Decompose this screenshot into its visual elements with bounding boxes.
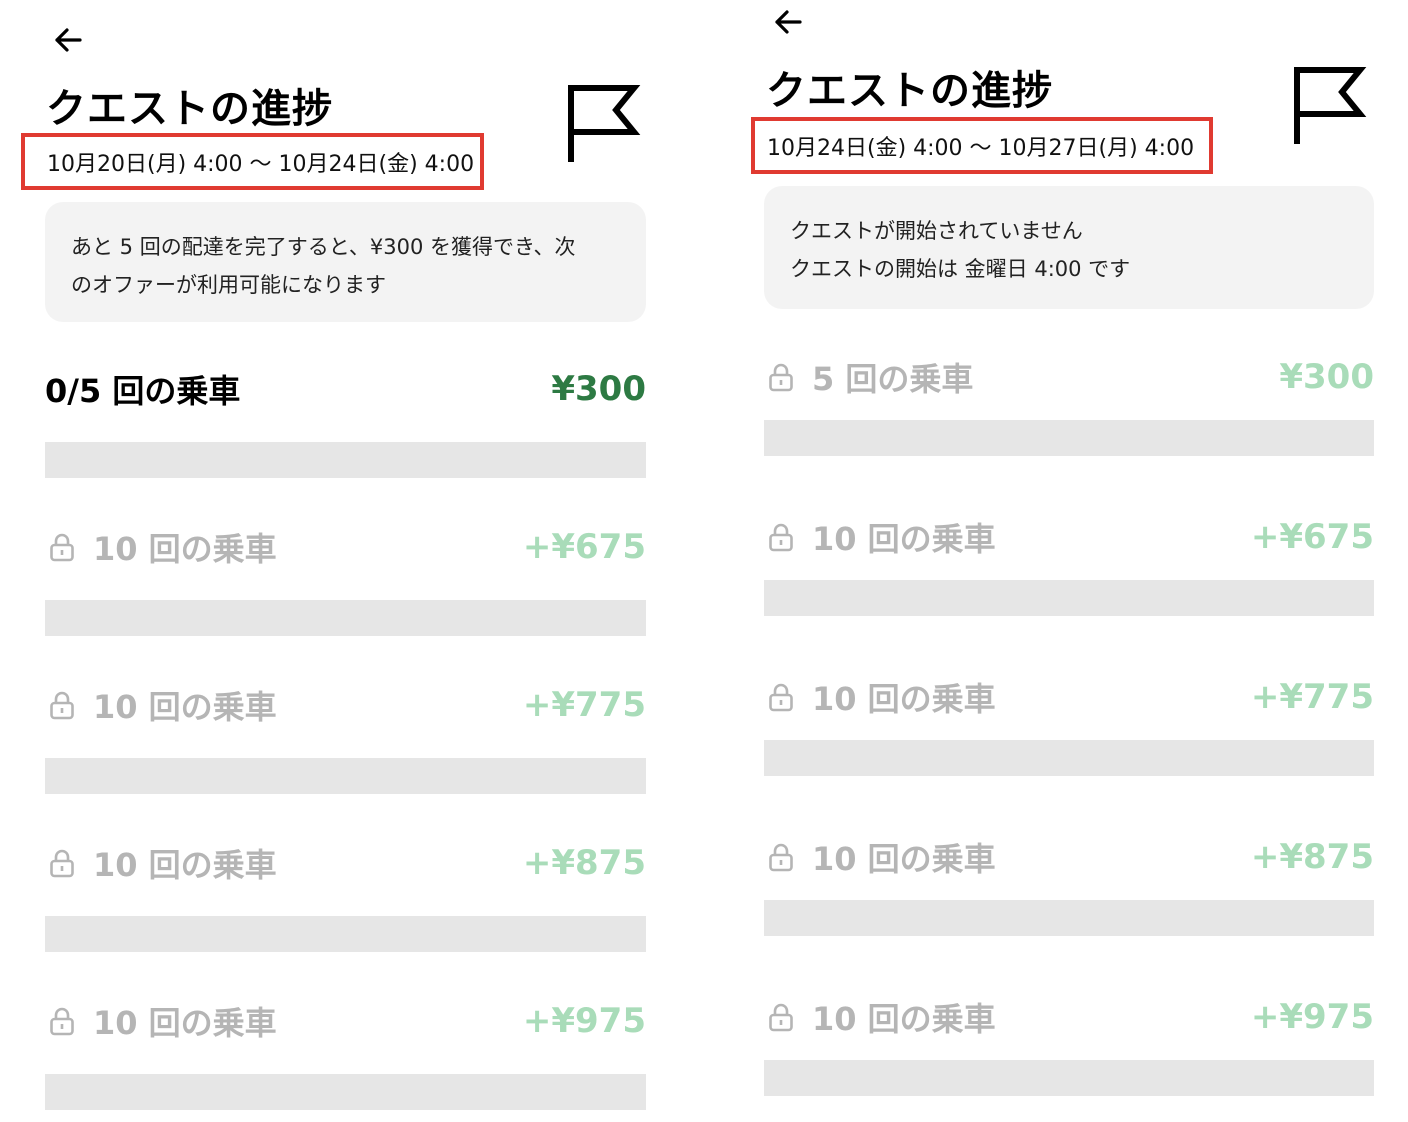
lock-icon <box>50 691 74 720</box>
tier-label: 5 回の乗車 <box>812 360 974 398</box>
progress-bar <box>764 900 1374 936</box>
date-range-text: 10月20日(月) 4:00 〜 10月24日(金) 4:00 <box>47 151 475 177</box>
info-line: のオファーが利用可能になります <box>71 273 386 297</box>
progress-bar <box>45 600 646 636</box>
lock-icon <box>50 849 74 878</box>
quest-tier-row: 10 回の乗車 +¥975 <box>45 996 646 1110</box>
info-card: あと 5 回の配達を完了すると、¥300 を獲得でき、次 のオファーが利用可能に… <box>45 202 646 322</box>
arrow-left-icon <box>775 10 802 34</box>
tier-reward: +¥975 <box>522 1001 646 1041</box>
quest-tier-row: 0/5 回の乗車 ¥300 <box>45 364 646 478</box>
page-title: クエストの進捗 <box>766 68 1053 114</box>
tier-reward: ¥300 <box>1279 357 1374 397</box>
progress-bar <box>764 1060 1374 1096</box>
quest-tier-row: 10 回の乗車 +¥675 <box>764 512 1374 622</box>
info-line: クエストの開始は 金曜日 4:00 です <box>790 257 1131 281</box>
back-button[interactable] <box>48 20 88 60</box>
back-button[interactable] <box>768 2 808 42</box>
lock-icon <box>769 363 793 392</box>
quest-tier-row: 10 回の乗車 +¥775 <box>764 672 1374 782</box>
quest-tier-row: 10 回の乗車 +¥875 <box>764 832 1374 942</box>
page-title: クエストの進捗 <box>46 86 333 132</box>
progress-bar <box>45 758 646 794</box>
quest-progress-screen-right: クエストの進捗 10月24日(金) 4:00 〜 10月27日(月) 4:00 … <box>704 0 1408 1122</box>
quest-tier-row: 10 回の乗車 +¥675 <box>45 522 646 636</box>
tier-label: 10 回の乗車 <box>812 680 996 718</box>
lock-icon <box>769 683 793 712</box>
quest-tier-list: 5 回の乗車 ¥300 10 回の乗車 +¥675 10 回の乗車 +¥775 … <box>764 352 1374 1102</box>
date-range: 10月20日(月) 4:00 〜 10月24日(金) 4:00 <box>21 133 484 190</box>
tier-reward: +¥875 <box>522 843 646 883</box>
tier-label: 10 回の乗車 <box>93 688 277 726</box>
tier-label: 10 回の乗車 <box>812 840 996 878</box>
tier-label: 10 回の乗車 <box>812 520 996 558</box>
arrow-left-icon <box>55 28 82 52</box>
info-line: あと 5 回の配達を完了すると、¥300 を獲得でき、次 <box>71 235 576 259</box>
tier-reward: +¥675 <box>522 527 646 567</box>
progress-bar <box>764 420 1374 456</box>
progress-bar <box>45 916 646 952</box>
quest-tier-row: 10 回の乗車 +¥975 <box>764 992 1374 1102</box>
lock-icon <box>50 533 74 562</box>
progress-bar <box>764 740 1374 776</box>
date-range: 10月24日(金) 4:00 〜 10月27日(月) 4:00 <box>751 117 1213 174</box>
progress-bar <box>764 580 1374 616</box>
tier-reward: +¥875 <box>1250 837 1374 877</box>
quest-tier-row: 10 回の乗車 +¥775 <box>45 680 646 794</box>
quest-tier-row: 10 回の乗車 +¥875 <box>45 838 646 952</box>
tier-reward: ¥300 <box>551 369 646 409</box>
date-range-text: 10月24日(金) 4:00 〜 10月27日(月) 4:00 <box>767 135 1195 161</box>
lock-icon <box>50 1007 74 1036</box>
lock-icon <box>769 843 793 872</box>
flag-icon <box>568 85 641 162</box>
progress-bar <box>45 442 646 478</box>
lock-icon <box>769 523 793 552</box>
quest-tier-list: 0/5 回の乗車 ¥300 10 回の乗車 +¥675 10 回の乗車 +¥77… <box>45 364 646 1110</box>
tier-reward: +¥775 <box>1250 677 1374 717</box>
info-card: クエストが開始されていません クエストの開始は 金曜日 4:00 です <box>764 186 1374 309</box>
tier-label: 10 回の乗車 <box>812 1000 996 1038</box>
tier-reward: +¥775 <box>522 685 646 725</box>
tier-label: 10 回の乗車 <box>93 530 277 568</box>
tier-label: 0/5 回の乗車 <box>45 372 241 410</box>
progress-bar <box>45 1074 646 1110</box>
lock-icon <box>769 1003 793 1032</box>
tier-label: 10 回の乗車 <box>93 846 277 884</box>
quest-tier-row: 5 回の乗車 ¥300 <box>764 352 1374 462</box>
tier-reward: +¥675 <box>1250 517 1374 557</box>
tier-label: 10 回の乗車 <box>93 1004 277 1042</box>
flag-icon <box>1294 67 1367 144</box>
tier-reward: +¥975 <box>1250 997 1374 1037</box>
quest-progress-screen-left: クエストの進捗 10月20日(月) 4:00 〜 10月24日(金) 4:00 … <box>0 0 704 1122</box>
info-line: クエストが開始されていません <box>790 219 1083 243</box>
